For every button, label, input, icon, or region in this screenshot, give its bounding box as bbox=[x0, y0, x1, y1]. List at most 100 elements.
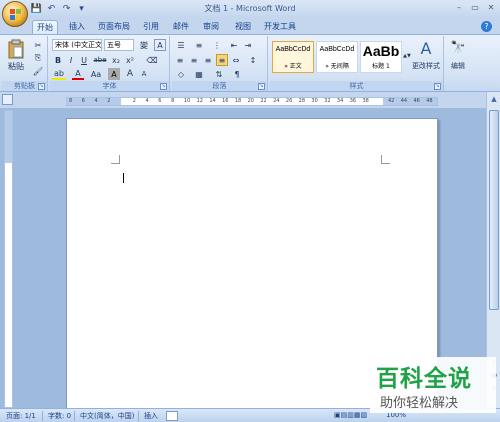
help-icon[interactable]: ? bbox=[481, 21, 492, 32]
ruler-tick: 14 bbox=[209, 98, 216, 104]
italic-button[interactable]: I bbox=[65, 54, 77, 66]
style-heading-1-name: 标题 1 bbox=[372, 63, 390, 70]
save-icon[interactable]: 💾 bbox=[30, 2, 43, 15]
ribbon: 粘贴 ✂ ⎘ 🖌 剪贴板 ↘ 宋体 (中文正文) 五号 變 A B I U ab… bbox=[0, 34, 500, 92]
find-icon[interactable]: 🔭 bbox=[450, 39, 466, 55]
title-bar: 文档 1 - Microsoft Word 💾 ↶ ↷ ▾ – ▭ ✕ bbox=[0, 0, 500, 18]
vertical-ruler[interactable] bbox=[4, 110, 13, 408]
tab-references[interactable]: 引用 bbox=[140, 20, 162, 34]
font-color-button[interactable]: A bbox=[72, 68, 84, 80]
status-insert-mode[interactable]: 插入 bbox=[144, 411, 158, 421]
paste-button[interactable]: 粘贴 bbox=[4, 60, 28, 72]
change-styles-icon[interactable]: A bbox=[412, 38, 440, 58]
style-normal[interactable]: AaBbCcDd » 正文 bbox=[272, 41, 314, 73]
char-border-icon[interactable]: A bbox=[154, 39, 166, 51]
minimize-button[interactable]: – bbox=[453, 2, 465, 14]
font-name-combo[interactable]: 宋体 (中文正文) bbox=[52, 39, 102, 51]
font-launcher[interactable]: ↘ bbox=[160, 83, 167, 90]
ruler-tick: 4 bbox=[94, 98, 98, 104]
style-normal-sample: AaBbCcDd bbox=[275, 46, 311, 53]
macro-record-icon[interactable] bbox=[166, 411, 178, 421]
ruler-tick: 38 bbox=[362, 98, 369, 104]
tab-review[interactable]: 审阅 bbox=[200, 20, 222, 34]
window-controls: – ▭ ✕ bbox=[453, 2, 497, 14]
paragraph-launcher[interactable]: ↘ bbox=[258, 83, 265, 90]
font-group: 宋体 (中文正文) 五号 變 A B I U abe x₂ x² ⌫ ab A … bbox=[50, 36, 170, 91]
scroll-thumb[interactable] bbox=[489, 110, 499, 310]
scroll-up-icon[interactable]: ▲ bbox=[488, 93, 500, 105]
ruler-tick: 8 bbox=[171, 98, 175, 104]
borders-icon[interactable]: ▦ bbox=[192, 68, 206, 80]
ruler-toggle-button[interactable] bbox=[2, 94, 13, 105]
change-styles-button[interactable]: 更改样式 bbox=[408, 60, 444, 72]
bold-button[interactable]: B bbox=[52, 54, 64, 66]
redo-icon[interactable]: ↷ bbox=[60, 2, 73, 15]
line-spacing-icon[interactable]: ↕ bbox=[246, 54, 260, 66]
tab-page-layout[interactable]: 页面布局 bbox=[96, 20, 132, 34]
cut-icon[interactable]: ✂ bbox=[32, 39, 44, 51]
shading-icon[interactable]: ◇ bbox=[174, 68, 188, 80]
tab-view[interactable]: 视图 bbox=[232, 20, 254, 34]
tab-mailings[interactable]: 邮件 bbox=[170, 20, 192, 34]
paste-icon[interactable] bbox=[8, 39, 24, 59]
status-separator bbox=[42, 411, 43, 421]
clipboard-launcher[interactable]: ↘ bbox=[38, 83, 45, 90]
char-shading-button[interactable]: A bbox=[108, 68, 120, 80]
status-separator bbox=[138, 411, 139, 421]
multilevel-list-icon[interactable]: ⋮ bbox=[210, 39, 224, 51]
subscript-button[interactable]: x₂ bbox=[110, 54, 122, 66]
increase-indent-icon[interactable]: ⇥ bbox=[242, 39, 254, 51]
highlight-color-button[interactable]: ab bbox=[52, 68, 66, 80]
close-button[interactable]: ✕ bbox=[485, 2, 497, 14]
office-button[interactable] bbox=[2, 1, 28, 27]
office-logo-icon bbox=[10, 9, 21, 20]
copy-icon[interactable]: ⎘ bbox=[32, 52, 44, 64]
font-size-combo[interactable]: 五号 bbox=[104, 39, 134, 51]
format-painter-icon[interactable]: 🖌 bbox=[32, 65, 44, 77]
undo-icon[interactable]: ↶ bbox=[45, 2, 58, 15]
ruler-tick: 2 bbox=[107, 98, 111, 104]
ruler-tick: 34 bbox=[336, 98, 344, 104]
decrease-indent-icon[interactable]: ⇤ bbox=[228, 39, 240, 51]
horizontal-ruler[interactable]: 8 6 4 2 2 4 6 8 10 12 14 16 18 20 22 24 26 28 30 32 34 36 38 42… bbox=[66, 97, 438, 106]
customize-icon[interactable]: ▾ bbox=[75, 2, 88, 15]
style-no-spacing[interactable]: AaBbCcDd » 无间隔 bbox=[316, 41, 358, 73]
align-right-icon[interactable]: ≡ bbox=[202, 54, 214, 66]
ribbon-tab-bar: 开始 插入 页面布局 引用 邮件 审阅 视图 开发工具 ? bbox=[0, 18, 500, 34]
shrink-font-button[interactable]: A bbox=[138, 68, 150, 80]
ruler-tick: 32 bbox=[324, 98, 331, 104]
editing-button[interactable]: 编辑 bbox=[446, 60, 470, 72]
tab-developer[interactable]: 开发工具 bbox=[262, 20, 298, 34]
maximize-button[interactable]: ▭ bbox=[469, 2, 481, 14]
style-heading-1[interactable]: AaBb 标题 1 bbox=[360, 41, 402, 73]
tab-insert[interactable]: 插入 bbox=[64, 20, 90, 34]
change-case-button[interactable]: Aa bbox=[88, 68, 104, 80]
justify-icon[interactable]: ≡ bbox=[216, 54, 228, 66]
paragraph-group-label: 段落 bbox=[172, 81, 267, 91]
style-heading-1-sample: AaBb bbox=[362, 43, 400, 59]
styles-group-label: 样式 bbox=[270, 81, 443, 91]
bullets-icon[interactable]: ☰ bbox=[174, 39, 188, 51]
numbering-icon[interactable]: ≡ bbox=[192, 39, 206, 51]
sort-icon[interactable]: ⇅ bbox=[212, 68, 226, 80]
status-words[interactable]: 字数: 0 bbox=[48, 411, 71, 421]
ruler-tick: 44 bbox=[400, 98, 408, 104]
view-buttons[interactable]: ▣▤▥▦▧ bbox=[334, 411, 367, 419]
strikethrough-button[interactable]: abe bbox=[92, 54, 108, 66]
ruler-tick: 12 bbox=[196, 98, 203, 104]
watermark-logo: 百科全说 助你轻松解决 bbox=[370, 357, 496, 413]
tab-home[interactable]: 开始 bbox=[32, 20, 58, 34]
status-page[interactable]: 页面: 1/1 bbox=[6, 411, 36, 421]
align-center-icon[interactable]: ≡ bbox=[188, 54, 200, 66]
phonetic-guide-icon[interactable]: 變 bbox=[138, 39, 150, 51]
distribute-icon[interactable]: ⇔ bbox=[230, 54, 242, 66]
ruler-tick: 8 bbox=[69, 98, 73, 104]
underline-button[interactable]: U bbox=[78, 54, 90, 66]
styles-launcher[interactable]: ↘ bbox=[434, 83, 441, 90]
show-marks-icon[interactable]: ¶ bbox=[230, 68, 244, 80]
grow-font-button[interactable]: A bbox=[124, 68, 136, 80]
align-left-icon[interactable]: ≡ bbox=[174, 54, 186, 66]
clear-format-icon[interactable]: ⌫ bbox=[142, 54, 162, 66]
superscript-button[interactable]: x² bbox=[124, 54, 136, 66]
status-language[interactable]: 中文(简体，中国) bbox=[80, 411, 134, 421]
